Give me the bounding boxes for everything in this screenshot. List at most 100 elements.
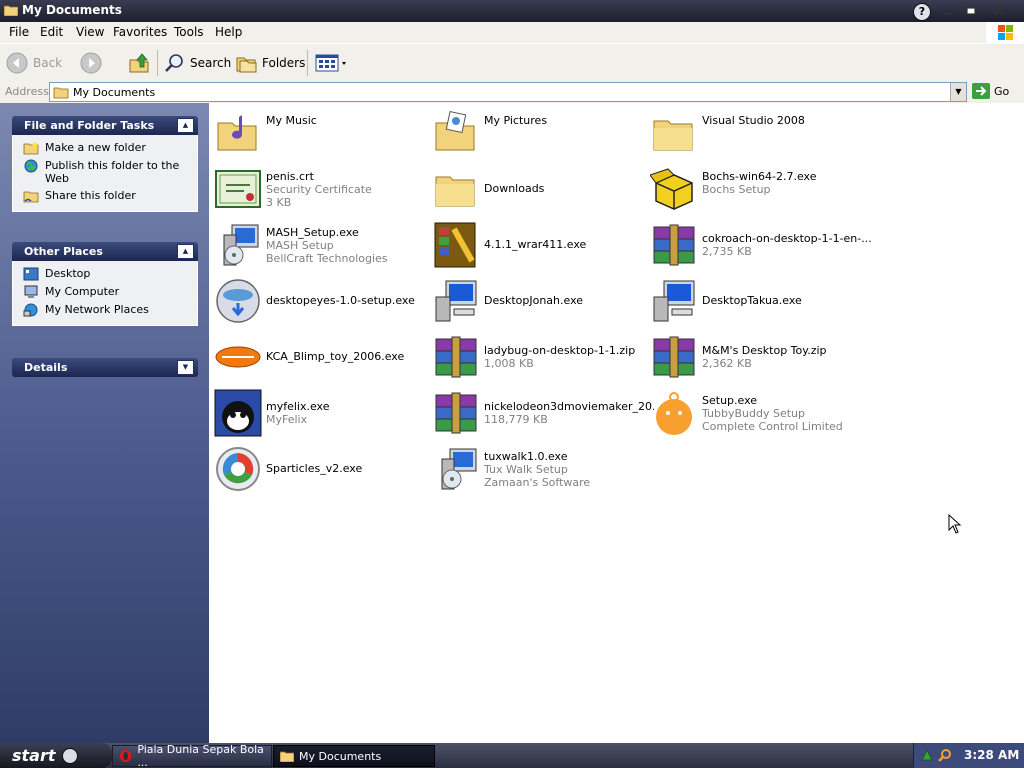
desktop-icon bbox=[23, 267, 39, 281]
file-folder-tasks-header[interactable]: File and Folder Tasks ▲ bbox=[12, 116, 198, 135]
file-item[interactable]: M&M's Desktop Toy.zip 2,362 KB bbox=[650, 333, 862, 383]
item-company: Zamaan's Software bbox=[484, 476, 591, 489]
file-item[interactable]: Bochs-win64-2.7.exe Bochs Setup bbox=[650, 165, 862, 215]
up-folder-button[interactable] bbox=[128, 50, 150, 76]
menu-help[interactable]: Help bbox=[215, 25, 242, 39]
rar-archive-icon bbox=[435, 336, 477, 378]
item-company: Complete Control Limited bbox=[702, 420, 843, 433]
folder-icon bbox=[280, 751, 294, 762]
item-description: Tux Walk Setup bbox=[484, 463, 568, 476]
window-title: My Documents bbox=[22, 3, 122, 17]
file-item[interactable]: DesktopJonah.exe bbox=[432, 277, 644, 327]
file-item[interactable]: My Music bbox=[214, 109, 426, 159]
network-tray-icon[interactable] bbox=[920, 748, 934, 762]
item-size: 118,779 KB bbox=[484, 413, 548, 426]
expand-chevron-icon[interactable]: ▼ bbox=[177, 360, 194, 375]
place-desktop[interactable]: Desktop bbox=[23, 267, 191, 281]
restore-icon[interactable] bbox=[964, 2, 982, 20]
file-item[interactable]: Sparticles_v2.exe bbox=[214, 445, 426, 495]
file-item[interactable]: MASH_Setup.exe MASH Setup BellCraft Tech… bbox=[214, 221, 426, 271]
task-label: Share this folder bbox=[45, 189, 136, 202]
place-label: Desktop bbox=[45, 267, 91, 280]
close-icon[interactable] bbox=[990, 2, 1008, 20]
start-button[interactable]: start bbox=[0, 743, 112, 768]
details-header[interactable]: Details ▼ bbox=[12, 358, 198, 377]
other-places-header[interactable]: Other Places ▲ bbox=[12, 242, 198, 261]
address-input[interactable]: My Documents ▼ bbox=[49, 82, 967, 102]
file-item[interactable]: cokroach-on-desktop-1-1-en-... 2,735 KB bbox=[650, 221, 872, 271]
clock[interactable]: 3:28 AM bbox=[964, 748, 1019, 762]
toolbar-separator bbox=[157, 50, 158, 76]
menu-view[interactable]: View bbox=[76, 25, 104, 39]
taskbar: start Piala Dunia Sepak Bola ... My Docu… bbox=[0, 743, 1024, 769]
menu-edit[interactable]: Edit bbox=[40, 25, 63, 39]
place-my-computer[interactable]: My Computer bbox=[23, 285, 191, 299]
forward-arrow-icon bbox=[80, 52, 102, 74]
file-item[interactable]: tuxwalk1.0.exe Tux Walk Setup Zamaan's S… bbox=[432, 445, 644, 495]
minimize-icon[interactable] bbox=[940, 2, 958, 20]
file-item[interactable]: My Pictures bbox=[432, 109, 644, 159]
file-item[interactable]: myfelix.exe MyFelix bbox=[214, 389, 426, 439]
file-item[interactable]: penis.crt Security Certificate 3 KB bbox=[214, 165, 426, 215]
search-label: Search bbox=[190, 56, 232, 70]
taskbar-button-my-documents[interactable]: My Documents bbox=[273, 745, 435, 767]
taskbar-button-opera[interactable]: Piala Dunia Sepak Bola ... bbox=[112, 743, 272, 769]
task-pane: File and Folder Tasks ▲ Make a new folde… bbox=[0, 103, 209, 743]
installer-icon bbox=[223, 224, 259, 266]
file-item[interactable]: ladybug-on-desktop-1-1.zip 1,008 KB bbox=[432, 333, 644, 383]
back-button[interactable]: Back bbox=[6, 50, 62, 76]
item-type: Security Certificate bbox=[266, 183, 372, 196]
winrar-installer-icon bbox=[434, 222, 476, 268]
file-item[interactable]: DesktopTakua.exe bbox=[650, 277, 862, 327]
search-tray-icon[interactable] bbox=[938, 748, 952, 762]
setup-computer-icon bbox=[653, 280, 695, 322]
item-name: cokroach-on-desktop-1-1-en-... bbox=[702, 232, 872, 245]
help-button[interactable]: ? bbox=[913, 3, 931, 21]
toolbar: Back Search Folders bbox=[0, 43, 1024, 82]
file-item[interactable]: Downloads bbox=[432, 165, 644, 215]
item-name: M&M's Desktop Toy.zip bbox=[702, 344, 827, 357]
details-panel: Details ▼ bbox=[12, 358, 198, 377]
start-label: start bbox=[12, 746, 56, 765]
file-item[interactable]: nickelodeon3dmoviemaker_20... 118,779 KB bbox=[432, 389, 654, 439]
menu-tools[interactable]: Tools bbox=[174, 25, 204, 39]
address-label: Address bbox=[5, 85, 49, 98]
collapse-chevron-icon[interactable]: ▲ bbox=[177, 118, 194, 133]
place-label: My Computer bbox=[45, 285, 120, 298]
nsis-installer-icon bbox=[216, 279, 260, 323]
go-button[interactable]: Go bbox=[972, 83, 1009, 99]
menu-favorites[interactable]: Favorites bbox=[113, 25, 167, 39]
file-item[interactable]: KCA_Blimp_toy_2006.exe bbox=[214, 333, 426, 383]
rar-archive-icon bbox=[435, 392, 477, 434]
file-item[interactable]: Visual Studio 2008 bbox=[650, 109, 862, 159]
open-box-icon bbox=[650, 168, 693, 210]
other-places-panel: Other Places ▲ Desktop My Computer My Ne… bbox=[12, 242, 198, 326]
file-view: My Music My Pictures Visual Studio 2008 … bbox=[209, 103, 1024, 743]
toolbar-separator bbox=[307, 50, 308, 76]
item-size: 1,008 KB bbox=[484, 357, 534, 370]
title-bar: My Documents ? bbox=[0, 0, 1024, 22]
address-dropdown-button[interactable]: ▼ bbox=[950, 83, 966, 101]
felix-cat-icon bbox=[214, 389, 262, 437]
nickelodeon-blimp-icon bbox=[215, 346, 261, 368]
forward-button[interactable] bbox=[80, 50, 102, 76]
search-button[interactable]: Search bbox=[163, 50, 231, 76]
item-size: 2,362 KB bbox=[702, 357, 752, 370]
go-arrow-icon bbox=[972, 83, 990, 99]
file-item[interactable]: 4.1.1_wrar411.exe bbox=[432, 221, 644, 271]
task-make-new-folder[interactable]: Make a new folder bbox=[23, 141, 191, 155]
search-icon bbox=[165, 54, 183, 72]
menu-file[interactable]: File bbox=[9, 25, 29, 39]
opera-icon bbox=[119, 749, 132, 763]
task-publish-folder[interactable]: Publish this folder to the Web bbox=[23, 159, 191, 185]
folders-button[interactable]: Folders bbox=[235, 50, 305, 76]
views-button[interactable] bbox=[314, 50, 350, 76]
task-share-folder[interactable]: Share this folder bbox=[23, 189, 191, 203]
file-item[interactable]: Setup.exe TubbyBuddy Setup Complete Cont… bbox=[650, 389, 862, 439]
file-item[interactable]: desktopeyes-1.0-setup.exe bbox=[214, 277, 426, 327]
task-label: Make a new folder bbox=[45, 141, 146, 154]
item-name: ladybug-on-desktop-1-1.zip bbox=[484, 344, 636, 357]
place-my-network[interactable]: My Network Places bbox=[23, 303, 191, 317]
item-name: Setup.exe bbox=[702, 394, 758, 407]
collapse-chevron-icon[interactable]: ▲ bbox=[177, 244, 194, 259]
